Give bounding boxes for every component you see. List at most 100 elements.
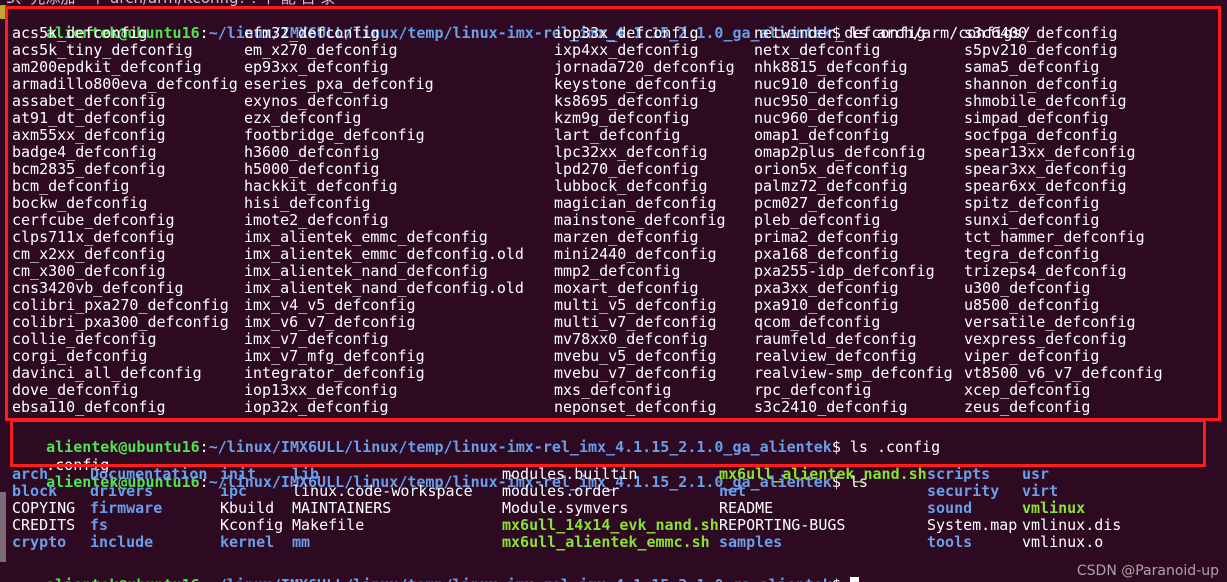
- config-file-entry: clps711x_defconfig: [12, 228, 175, 246]
- configs-listing: acs5k_defconfig acs5k_tiny_defconfig am200…: [12, 25, 1212, 416]
- config-file-entry: footbridge_defconfig: [244, 126, 425, 144]
- config-file-entry: u300_defconfig: [964, 279, 1091, 297]
- file-entry: README: [719, 499, 774, 517]
- config-file-entry: nhk8815_defconfig: [754, 58, 908, 76]
- config-file-entry: mmp2_defconfig: [554, 262, 681, 280]
- config-file-entry: s3c6400_defconfig: [964, 24, 1118, 42]
- file-entry: COPYING: [12, 499, 76, 517]
- config-file-entry: sama5_defconfig: [964, 58, 1100, 76]
- config-file-entry: imx_v7_mfg_defconfig: [244, 347, 425, 365]
- config-file-entry: pxa255-idp_defconfig: [754, 262, 935, 280]
- directory-entry: mm: [292, 533, 311, 551]
- truncated-caption: (3、先添加一个 arch/arm/Kconfig? : 个 配 目 录: [0, 0, 1227, 8]
- config-file-entry: nuc960_defconfig: [754, 109, 899, 127]
- file-entry: linux.code-workspace: [292, 482, 473, 500]
- output-dotconfig: .config: [10, 440, 109, 474]
- config-file-entry: cns3420vb_defconfig: [12, 279, 184, 297]
- config-file-entry: iop32x_defconfig: [244, 398, 389, 416]
- config-file-entry: ks8695_defconfig: [554, 92, 699, 110]
- config-file-entry: bcm_defconfig: [12, 177, 130, 195]
- config-file-entry: moxart_defconfig: [554, 279, 699, 297]
- prompt-colon: :: [199, 438, 209, 456]
- config-file-entry: spear13xx_defconfig: [964, 143, 1136, 161]
- config-file-entry: mvebu_v5_defconfig: [554, 347, 717, 365]
- terminal-scrollbar[interactable]: [0, 0, 7, 582]
- config-file-entry: imx_v7_defconfig: [244, 330, 389, 348]
- config-file-entry: lpc32xx_defconfig: [554, 143, 708, 161]
- config-file-entry: pxa3xx_defconfig: [754, 279, 899, 297]
- directory-entry: sound: [927, 499, 973, 517]
- config-file-entry: hisi_defconfig: [244, 194, 371, 212]
- directory-entry: security: [927, 482, 1000, 500]
- config-file-entry: s3c2410_defconfig: [754, 398, 908, 416]
- directory-entry: tools: [927, 533, 973, 551]
- executable-entry: vmlinux: [1022, 499, 1086, 517]
- config-file-entry: lart_defconfig: [554, 126, 681, 144]
- file-entry: modules.order: [502, 482, 620, 500]
- config-file-entry: mvebu_v7_defconfig: [554, 364, 717, 382]
- config-file-entry: spear6xx_defconfig: [964, 177, 1127, 195]
- config-file-entry: spear3xx_defconfig: [964, 160, 1127, 178]
- config-file-entry: netwinder_defconfig: [754, 24, 926, 42]
- config-file-entry: axm55xx_defconfig: [12, 126, 166, 144]
- config-file-entry: tct_hammer_defconfig: [964, 228, 1145, 246]
- prompt-path: ~/linux/IMX6ULL/linux/temp/linux-imx-rel…: [208, 438, 832, 456]
- command-ls-dotconfig: ls .config: [840, 438, 941, 456]
- scrollbar-thumb-top[interactable]: [0, 5, 6, 19]
- prompt-user-host: alientek@ubuntu16: [46, 576, 200, 582]
- directory-entry: block: [12, 482, 58, 500]
- prompt-line-ls-configs: alientek@ubuntu16:~/linux/IMX6ULL/linux/…: [10, 8, 1030, 42]
- config-file-entry: socfpga_defconfig: [964, 126, 1118, 144]
- file-entry: MAINTAINERS: [292, 499, 392, 517]
- config-file-entry: h3600_defconfig: [244, 143, 380, 161]
- directory-entry: fs: [90, 516, 109, 534]
- config-file-entry: iop33x_defconfig: [554, 24, 699, 42]
- config-file-entry: corgi_defconfig: [12, 347, 148, 365]
- config-file-entry: nuc910_defconfig: [754, 75, 899, 93]
- config-file-entry: acs5k_defconfig: [12, 24, 148, 42]
- scrollbar-thumb[interactable]: [0, 492, 6, 562]
- file-entry: Kconfig: [220, 516, 284, 534]
- config-file-entry: imx_alientek_nand_defconfig.old: [244, 279, 524, 297]
- config-file-entry: dove_defconfig: [12, 381, 139, 399]
- prompt-dollar: $: [831, 438, 841, 456]
- prompt-path: ~/linux/IMX6ULL/linux/temp/linux-imx-rel…: [209, 576, 832, 582]
- config-file-entry: marzen_defconfig: [554, 228, 699, 246]
- config-file-entry: davinci_all_defconfig: [12, 364, 202, 382]
- config-file-entry: pleb_defconfig: [754, 211, 881, 229]
- prompt-line-final[interactable]: alientek@ubuntu16:~/linux/IMX6ULL/linux/…: [10, 560, 859, 582]
- root-listing: arch Documentation init lib modules.builtin m…: [12, 466, 1217, 551]
- directory-entry: usr: [1022, 465, 1050, 483]
- config-file-entry: sunxi_defconfig: [964, 211, 1100, 229]
- config-file-entry: zeus_defconfig: [964, 398, 1091, 416]
- config-file-entry: pxa168_defconfig: [754, 245, 899, 263]
- config-file-entry: collie_defconfig: [12, 330, 157, 348]
- config-file-entry: bcm2835_defconfig: [12, 160, 166, 178]
- file-entry: CREDITS: [12, 516, 76, 534]
- config-file-entry: trizeps4_defconfig: [964, 262, 1127, 280]
- watermark: CSDN @Paranoid-up: [1076, 563, 1219, 579]
- config-file-entry: realview_defconfig: [754, 347, 917, 365]
- config-file-entry: vexpress_defconfig: [964, 330, 1127, 348]
- config-file-entry: ep93xx_defconfig: [244, 58, 389, 76]
- prompt-dollar: $: [832, 576, 841, 582]
- file-entry: REPORTING-BUGS: [719, 516, 846, 534]
- config-file-entry: cm_x300_defconfig: [12, 262, 166, 280]
- prompt-line-ls-dotconfig: alientek@ubuntu16:~/linux/IMX6ULL/linux/…: [10, 422, 940, 456]
- config-file-entry: nuc950_defconfig: [754, 92, 899, 110]
- text-cursor[interactable]: [849, 577, 859, 582]
- config-file-entry: magician_defconfig: [554, 194, 717, 212]
- config-file-entry: shannon_defconfig: [964, 75, 1118, 93]
- directory-entry: ipc: [220, 482, 248, 500]
- terminal-window[interactable]: (3、先添加一个 arch/arm/Kconfig? : 个 配 目 录 ali…: [0, 0, 1227, 582]
- configs-column: iop33x_defconfig ixp4xx_defconfig jornada7…: [554, 25, 754, 416]
- config-file-entry: raumfeld_defconfig: [754, 330, 917, 348]
- config-file-entry: prima2_defconfig: [754, 228, 899, 246]
- config-file-entry: imote2_defconfig: [244, 211, 389, 229]
- config-file-entry: lpd270_defconfig: [554, 160, 699, 178]
- config-file-entry: assabet_defconfig: [12, 92, 166, 110]
- file-entry: System.map: [927, 516, 1018, 534]
- config-file-entry: tegra_defconfig: [964, 245, 1100, 263]
- directory-entry: drivers: [90, 482, 154, 500]
- config-file-entry: orion5x_defconfig: [754, 160, 908, 178]
